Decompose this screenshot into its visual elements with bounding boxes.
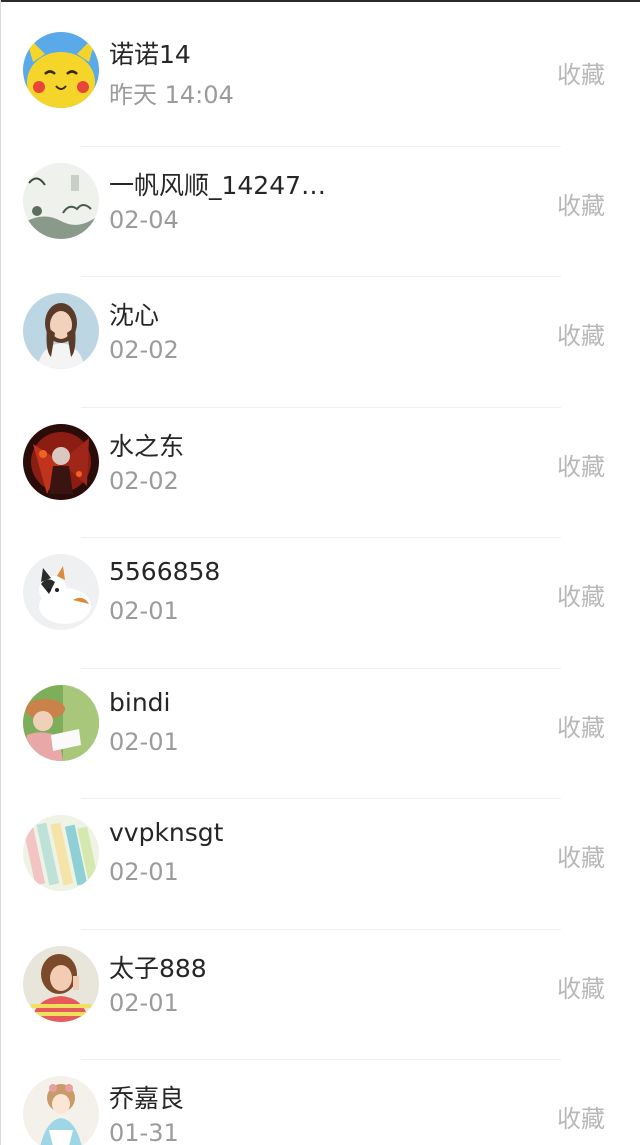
favorite-button[interactable]: 收藏	[557, 838, 605, 873]
message-time: 02-01	[109, 727, 179, 756]
list-item[interactable]: 一帆风顺_14247… 02-04 收藏	[1, 145, 640, 277]
pastel-stationery-avatar-icon[interactable]	[23, 815, 99, 891]
list-item[interactable]: 沈心 02-02 收藏	[1, 276, 640, 407]
divider	[81, 1059, 561, 1060]
divider	[81, 537, 561, 538]
list-item[interactable]: 乔嘉良 01-31 收藏	[1, 1059, 640, 1145]
pikachu-avatar-icon[interactable]	[23, 32, 99, 108]
contact-name: 太子888	[109, 953, 207, 983]
divider	[81, 406, 561, 408]
message-time: 02-01	[109, 858, 179, 886]
favorite-button[interactable]: 收藏	[557, 969, 605, 1004]
screen: 诺诺14 昨天 14:04 收藏 一帆风顺_14247… 02-04 收藏 沈心…	[0, 0, 640, 1145]
red-dark-art-avatar-icon[interactable]	[23, 423, 99, 500]
contact-name: 水之东	[109, 431, 185, 461]
contact-name: 一帆风顺_14247…	[109, 170, 327, 200]
divider	[81, 145, 561, 147]
list-item[interactable]: 诺诺14 昨天 14:04 收藏	[1, 15, 640, 146]
reading-girl-avatar-icon[interactable]	[23, 684, 99, 761]
ink-landscape-avatar-icon[interactable]	[23, 162, 99, 239]
list-item[interactable]: vvpknsgt 02-01 收藏	[1, 798, 640, 929]
divider	[81, 276, 561, 277]
divider	[81, 798, 561, 799]
anime-girl-avatar-icon[interactable]	[23, 1076, 99, 1145]
woman-striped-shirt-avatar-icon[interactable]	[23, 945, 99, 1022]
contact-name: vvpknsgt	[109, 818, 224, 847]
message-time: 02-02	[109, 466, 179, 495]
favorites-list[interactable]: 诺诺14 昨天 14:04 收藏 一帆风顺_14247… 02-04 收藏 沈心…	[1, 15, 640, 1145]
message-time: 昨天 14:04	[109, 81, 234, 109]
list-item[interactable]: 水之东 02-02 收藏	[1, 406, 640, 538]
message-time: 02-02	[109, 336, 179, 364]
favorite-button[interactable]: 收藏	[557, 316, 605, 351]
favorite-button[interactable]: 收藏	[557, 577, 605, 612]
message-time: 02-01	[109, 597, 179, 625]
favorite-button[interactable]: 收藏	[557, 447, 605, 482]
list-item[interactable]: 太子888 02-01 收藏	[1, 928, 640, 1060]
divider	[81, 667, 561, 669]
top-border	[1, 0, 640, 2]
contact-name: 沈心	[109, 301, 160, 330]
contact-name: 5566858	[109, 557, 221, 586]
contact-name: bindi	[109, 687, 171, 717]
list-item[interactable]: bindi 02-01 收藏	[1, 667, 640, 799]
message-time: 01-31	[109, 1119, 179, 1145]
message-time: 02-01	[109, 988, 179, 1017]
contact-name: 乔嘉良	[109, 1084, 185, 1113]
favorite-button[interactable]: 收藏	[557, 708, 605, 743]
contact-name: 诺诺14	[109, 40, 191, 69]
woman-portrait-avatar-icon[interactable]	[23, 293, 99, 369]
divider	[81, 928, 561, 930]
message-time: 02-04	[109, 205, 179, 234]
favorite-button[interactable]: 收藏	[557, 1099, 605, 1134]
kitten-avatar-icon[interactable]	[23, 554, 99, 630]
favorite-button[interactable]: 收藏	[557, 186, 605, 221]
list-item[interactable]: 5566858 02-01 收藏	[1, 537, 640, 668]
favorite-button[interactable]: 收藏	[557, 55, 605, 90]
